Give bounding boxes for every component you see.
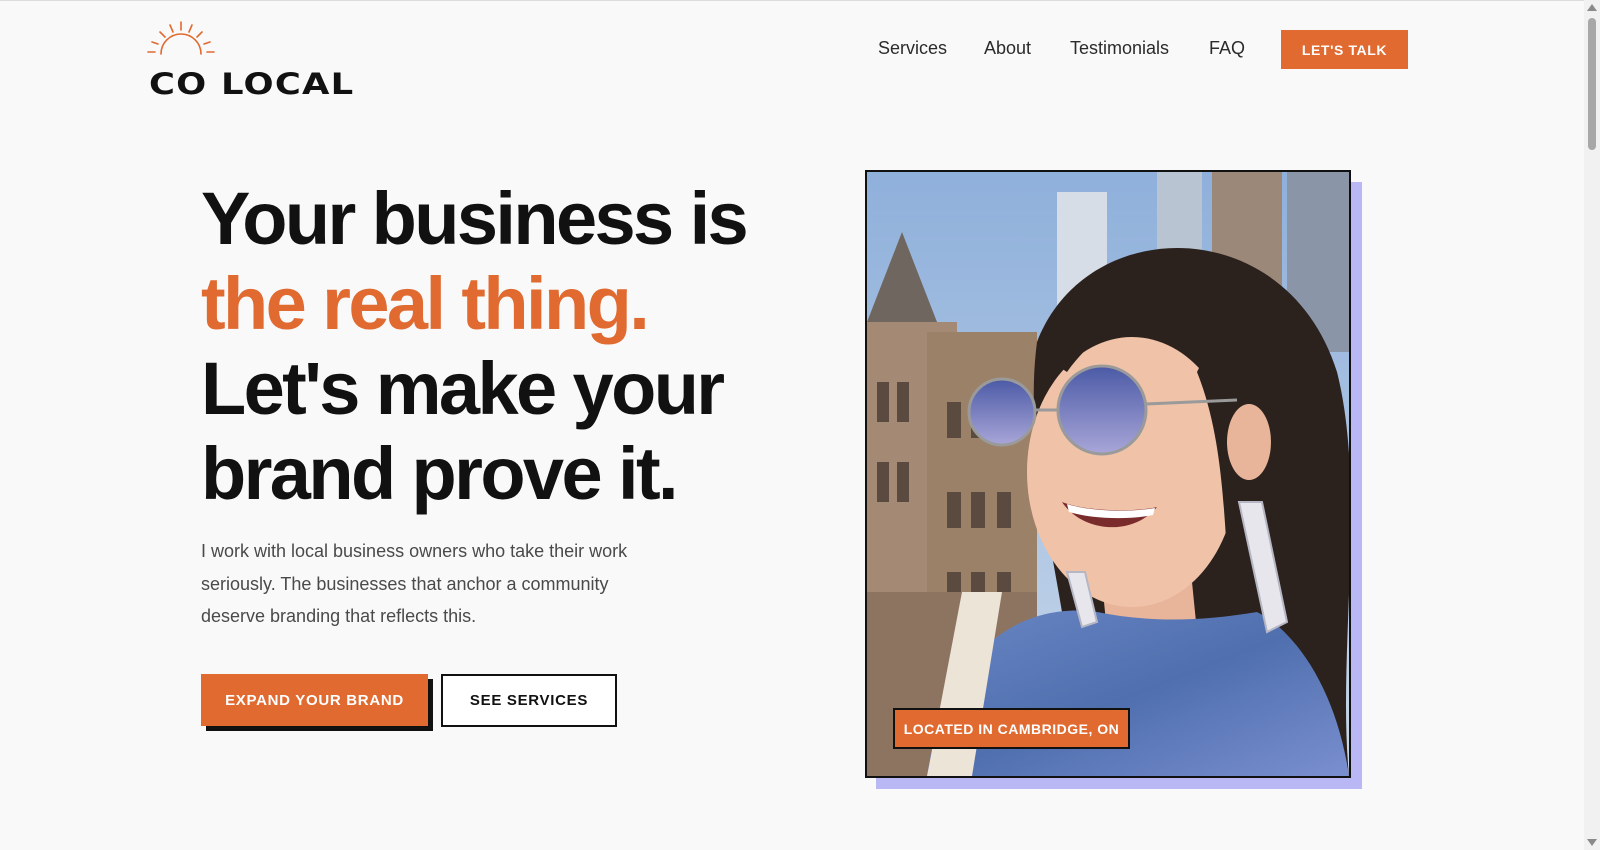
nav-testimonials[interactable]: Testimonials bbox=[1070, 38, 1169, 59]
scrollbar-thumb[interactable] bbox=[1588, 18, 1596, 150]
headline-line-1: Your business is bbox=[201, 177, 749, 260]
hero-description: I work with local business owners who ta… bbox=[201, 541, 628, 626]
expand-your-brand-button[interactable]: EXPAND YOUR BRAND bbox=[201, 674, 428, 726]
headline-line-2: the real thing. bbox=[201, 262, 650, 345]
scroll-up-arrow-icon[interactable] bbox=[1587, 4, 1597, 11]
scrollbar[interactable] bbox=[1584, 0, 1600, 850]
hero-portrait-photo bbox=[865, 170, 1351, 778]
hero-headline: Your business is the real thing. Let's m… bbox=[201, 176, 821, 516]
page: CO LOCAL Services About Testimonials FAQ… bbox=[0, 0, 1600, 850]
scroll-down-arrow-icon[interactable] bbox=[1587, 839, 1597, 846]
see-services-button[interactable]: SEE SERVICES bbox=[441, 674, 617, 727]
headline-line-4: brand prove it. bbox=[201, 432, 679, 515]
nav-faq[interactable]: FAQ bbox=[1209, 38, 1245, 59]
nav-about[interactable]: About bbox=[984, 38, 1031, 59]
top-divider bbox=[0, 0, 1584, 1]
nav-services[interactable]: Services bbox=[878, 38, 947, 59]
headline-line-3: Let's make your bbox=[201, 347, 725, 430]
lets-talk-button[interactable]: LET'S TALK bbox=[1281, 30, 1408, 69]
location-badge: LOCATED IN CAMBRIDGE, ON bbox=[893, 708, 1130, 749]
logo-wordmark: CO LOCAL bbox=[149, 67, 355, 101]
